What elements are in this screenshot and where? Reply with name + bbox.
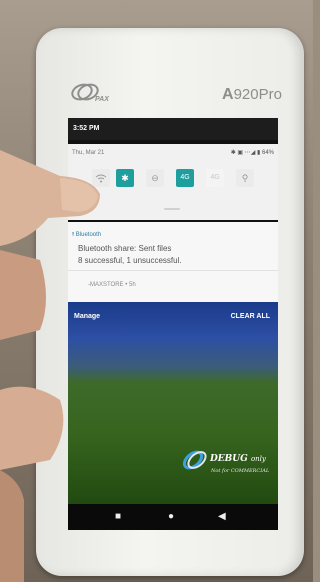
photo: PAX A920Pro 3:52 PM Thu, Mar 21 ✱ ▣ ⋯◢ ▮… [0, 0, 313, 582]
hand [0, 150, 100, 582]
